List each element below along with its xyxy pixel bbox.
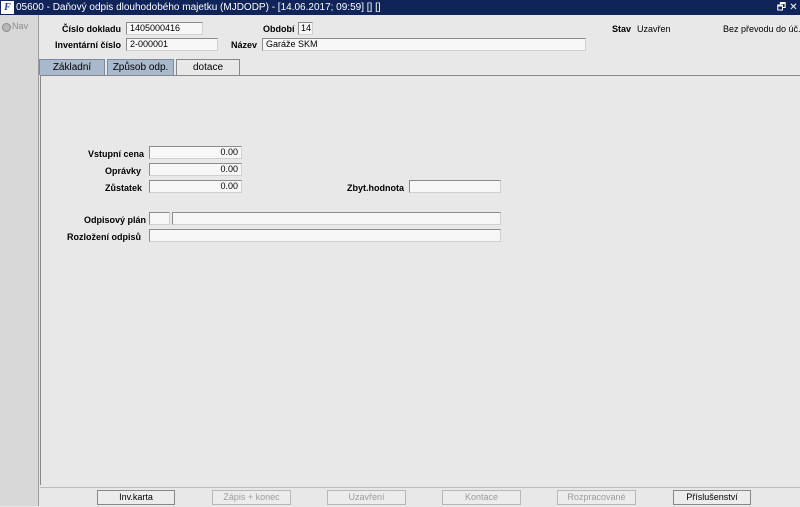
rozlozeni-odpisu-field[interactable]: [149, 229, 501, 242]
odpisovy-plan-name-field[interactable]: [172, 212, 501, 225]
tab-zakladni[interactable]: Základní: [39, 59, 105, 75]
cislo-dokladu-field[interactable]: 1405000416: [126, 22, 203, 35]
zustatek-field[interactable]: 0.00: [149, 180, 242, 193]
navigator-sidebar: Nav: [0, 15, 39, 506]
stav-value: Uzavřen: [637, 24, 671, 34]
nazev-field[interactable]: Garáže SKM: [262, 38, 586, 51]
kontace-button[interactable]: Kontace: [442, 490, 521, 505]
inv-karta-button[interactable]: Inv.karta: [97, 490, 175, 505]
bez-prevodu-text: Bez převodu do úč.: [723, 24, 800, 34]
odpisovy-plan-label: Odpisový plán: [84, 215, 147, 225]
opravky-label: Oprávky: [105, 166, 142, 176]
zbyt-hodnota-field[interactable]: [409, 180, 501, 193]
restore-window-icon[interactable]: 🗗: [776, 0, 787, 15]
vstupni-cena-label: Vstupní cena: [88, 149, 145, 159]
obdobi-label: Období: [263, 24, 295, 34]
zustatek-label: Zůstatek: [105, 183, 143, 193]
vstupni-cena-field[interactable]: 0.00: [149, 146, 242, 159]
odpisovy-plan-code-field[interactable]: [149, 212, 170, 225]
cislo-dokladu-label: Číslo dokladu: [62, 24, 122, 34]
zbyt-hodnota-label: Zbyt.hodnota: [347, 183, 404, 193]
zapis-konec-button[interactable]: Zápis + konec: [212, 490, 291, 505]
window-titlebar: F 05600 - Daňový odpis dlouhodobého maje…: [0, 0, 800, 15]
inventarni-cislo-label: Inventární číslo: [55, 40, 122, 50]
opravky-field[interactable]: 0.00: [149, 163, 242, 176]
obdobi-field[interactable]: 14: [298, 22, 313, 35]
inventarni-cislo-field[interactable]: 2-000001: [126, 38, 218, 51]
nav-circle-icon[interactable]: [2, 23, 11, 32]
tab-zpusob-odp[interactable]: Způsob odp.: [107, 59, 174, 75]
window-title: 05600 - Daňový odpis dlouhodobého majetk…: [16, 2, 381, 13]
uzavreni-button[interactable]: Uzavření: [327, 490, 406, 505]
nav-label[interactable]: Nav: [12, 21, 28, 31]
prislusenstvi-button[interactable]: Příslušenství: [673, 490, 751, 505]
nazev-label: Název: [231, 40, 258, 50]
close-window-icon[interactable]: ✕: [788, 0, 799, 15]
rozlozeni-odpisu-label: Rozložení odpisů: [67, 232, 141, 242]
tab-dotace[interactable]: dotace: [176, 59, 240, 75]
app-logo-icon: F: [1, 1, 14, 14]
rozpracovane-button[interactable]: Rozpracované: [557, 490, 636, 505]
stav-label: Stav: [612, 24, 632, 34]
tab-panel-dotace: [40, 75, 800, 485]
